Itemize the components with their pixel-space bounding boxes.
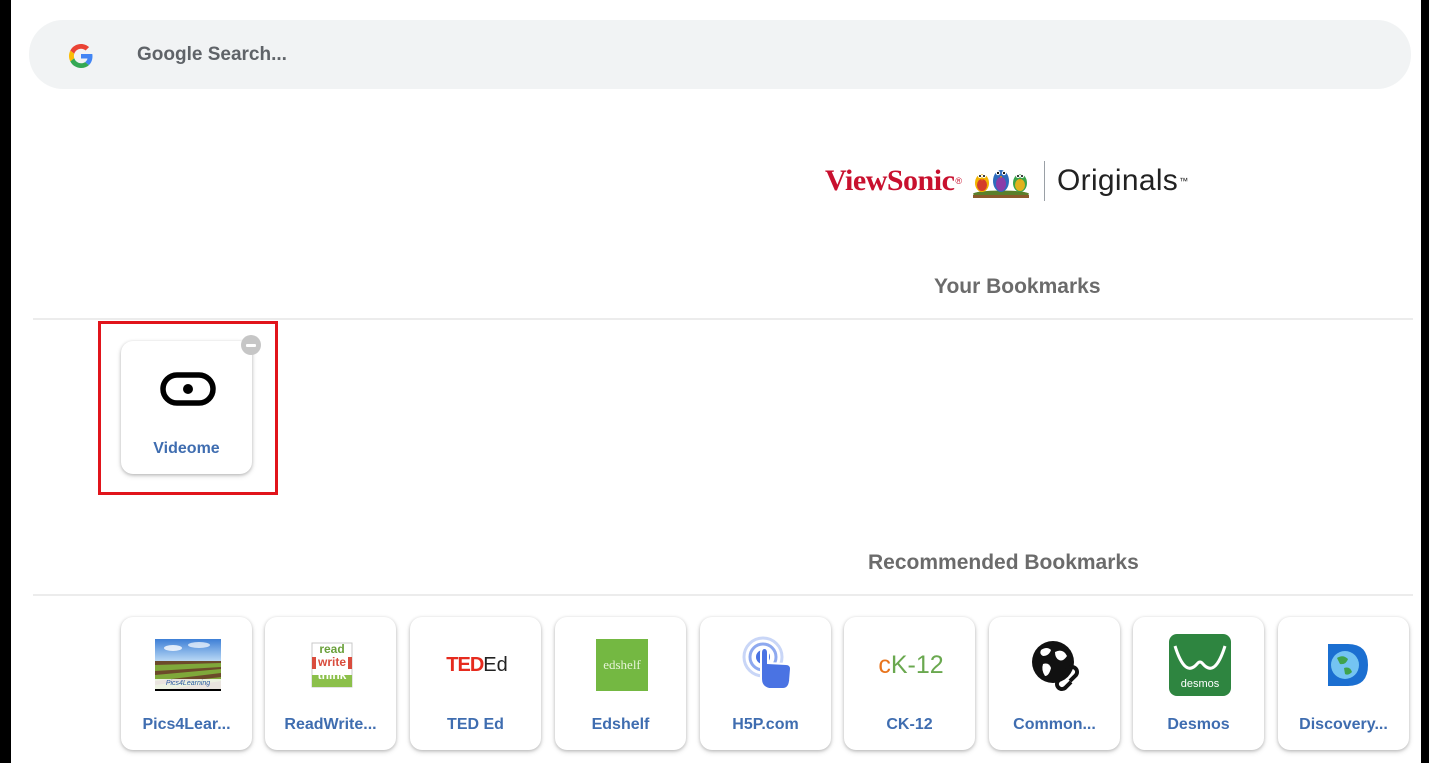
bookmark-label: Pics4Lear...: [142, 716, 231, 733]
your-bookmarks-heading: Your Bookmarks: [934, 275, 1101, 298]
divider: [33, 594, 1413, 596]
search-input[interactable]: [137, 20, 1337, 89]
recommended-tile-pics4learning[interactable]: Pics4Learning Pics4Lear...: [121, 617, 252, 750]
bookmark-label: CK-12: [886, 716, 933, 733]
new-tab-page: ViewSonic®: [11, 0, 1421, 763]
videome-icon: [155, 363, 221, 415]
viewsonic-birds-icon: [973, 170, 1030, 198]
bookmark-label: TED Ed: [447, 716, 504, 733]
remove-bookmark-button[interactable]: [241, 335, 261, 355]
readwritethink-text-think: think: [317, 668, 347, 682]
logo-divider: [1044, 161, 1046, 201]
common-sense-globe-icon: [1023, 639, 1089, 691]
viewsonic-originals-logo: ViewSonic ® Originals ™: [825, 158, 1188, 204]
search-bar[interactable]: [29, 20, 1411, 89]
pics4learning-icon: Pics4Learning: [155, 639, 221, 691]
readwritethink-icon: read write think: [299, 639, 365, 691]
bookmark-label: ReadWrite...: [284, 716, 377, 733]
recommended-tile-ck12[interactable]: c K -12 CK-12: [844, 617, 975, 750]
ck12-logo-12: -12: [907, 650, 944, 679]
ted-ed-icon: TED Ed: [444, 639, 510, 691]
recommended-tile-desmos[interactable]: desmos Desmos: [1133, 617, 1264, 750]
bookmark-label: Discovery...: [1299, 716, 1388, 733]
h5p-icon: [734, 636, 800, 691]
desmos-logo-text: desmos: [1180, 678, 1220, 690]
recommended-tile-edshelf[interactable]: edshelf Edshelf: [555, 617, 686, 750]
trademark-mark: ™: [1179, 176, 1189, 186]
desmos-icon: desmos: [1167, 634, 1233, 696]
bookmark-label: Desmos: [1167, 716, 1230, 733]
ed-logo-text: Ed: [483, 653, 508, 676]
bookmark-label: Common...: [1013, 716, 1096, 733]
recommended-tile-readwritethink[interactable]: read write think ReadWrite...: [265, 617, 396, 750]
ck12-icon: c K -12: [878, 639, 944, 691]
recommended-tile-common[interactable]: Common...: [989, 617, 1120, 750]
ted-logo-text: TED: [446, 653, 484, 676]
pics4learning-logo-text: Pics4Learning: [165, 680, 211, 687]
bookmark-label: Videome: [153, 440, 220, 457]
bookmark-label: Edshelf: [591, 716, 650, 733]
recommended-tile-ted-ed[interactable]: TED Ed TED Ed: [410, 617, 541, 750]
edshelf-icon: edshelf: [589, 639, 655, 691]
minus-icon: [246, 343, 256, 347]
registered-mark: ®: [955, 176, 963, 186]
google-g-icon: [69, 44, 93, 68]
divider: [33, 318, 1413, 320]
edshelf-logo-text: edshelf: [603, 657, 641, 672]
originals-wordmark: Originals: [1057, 164, 1179, 197]
viewsonic-wordmark: ViewSonic: [825, 164, 955, 197]
recommended-bookmarks-heading: Recommended Bookmarks: [868, 551, 1139, 574]
recommended-tile-discovery[interactable]: Discovery...: [1278, 617, 1409, 750]
discovery-icon: [1312, 639, 1378, 691]
recommended-tile-h5p[interactable]: H5P.com: [700, 617, 831, 750]
ck12-logo-c: c: [878, 650, 891, 679]
ck12-logo-k: K: [890, 650, 908, 679]
bookmark-label: H5P.com: [732, 716, 799, 733]
bookmark-tile-videome[interactable]: Videome: [121, 341, 252, 474]
